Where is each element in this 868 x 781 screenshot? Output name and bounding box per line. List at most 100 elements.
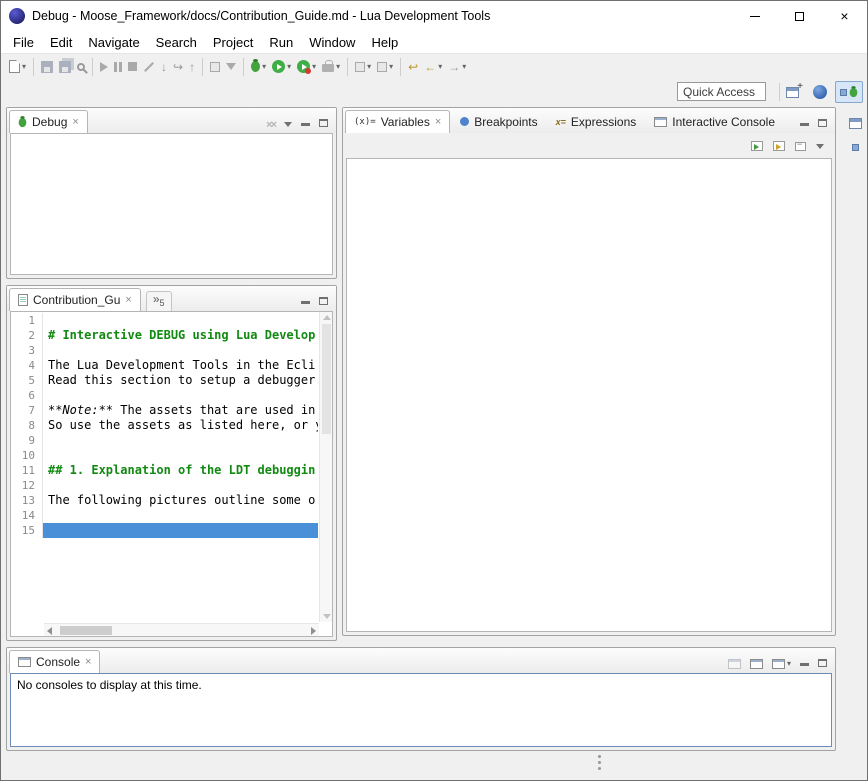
use-step-filters-button[interactable] [223,56,239,78]
previous-annotation-button[interactable]: ▾ [374,56,396,78]
dropdown-icon[interactable]: ▾ [787,659,791,668]
editor-line[interactable]: 5Read this section to setup a debugger [11,373,318,388]
editor-line[interactable]: 13The following pictures outline some o [11,493,318,508]
debug-view-content[interactable] [10,133,333,275]
line-text[interactable]: The Lua Development Tools in the Ecli [43,358,318,373]
line-text[interactable] [43,448,318,463]
minimize-view-icon[interactable] [800,123,809,126]
tab-contribution-guide[interactable]: Contribution_Gu × [9,288,141,311]
editor-line[interactable]: 15 [11,523,318,538]
perspective-debug-button[interactable] [835,81,863,103]
vertical-scroll-thumb[interactable] [322,324,331,434]
open-perspective-button[interactable] [782,81,803,103]
tab-close-icon[interactable]: × [85,656,91,668]
forward-button[interactable]: →▾ [445,56,469,78]
menu-project[interactable]: Project [205,33,261,52]
resume-button[interactable] [97,56,111,78]
line-text[interactable] [43,388,318,403]
horizontal-scroll-thumb[interactable] [60,626,112,635]
minimize-view-icon[interactable] [800,663,809,666]
editor-line[interactable]: 2# Interactive DEBUG using Lua Develop [11,328,318,343]
editor-line[interactable]: 11## 1. Explanation of the LDT debuggin [11,463,318,478]
editor-lines[interactable]: 1 2# Interactive DEBUG using Lua Develop… [11,313,318,538]
dropdown-icon[interactable]: ▾ [22,62,26,71]
editor-line[interactable]: 7**Note:** The assets that are used in [11,403,318,418]
clear-console-icon[interactable] [728,659,741,669]
line-text[interactable] [43,433,318,448]
menu-navigate[interactable]: Navigate [80,33,147,52]
console-content[interactable]: No consoles to display at this time. [10,673,832,747]
search-button[interactable] [74,56,88,78]
dropdown-icon[interactable]: ▾ [336,62,340,71]
editor-line[interactable]: 8So use the assets as listed here, or y [11,418,318,433]
scroll-left-icon[interactable] [47,627,52,635]
remove-terminated-icon[interactable]: ×× [266,119,275,131]
menu-edit[interactable]: Edit [42,33,80,52]
menu-file[interactable]: File [5,33,42,52]
coverage-button[interactable]: ▾ [294,56,319,78]
maximize-view-icon[interactable] [818,119,827,127]
maximize-view-icon[interactable] [319,119,328,127]
display-selected-console-icon[interactable] [750,659,763,669]
tab-close-icon[interactable]: × [435,116,441,128]
line-text[interactable]: Read this section to setup a debugger [43,373,318,388]
tab-close-icon[interactable]: × [72,116,78,128]
maximize-view-icon[interactable] [319,297,328,305]
dropdown-icon[interactable]: ▾ [389,62,393,71]
line-text[interactable]: ## 1. Explanation of the LDT debuggin [43,463,318,478]
save-button[interactable] [38,56,56,78]
tab-console[interactable]: Console × [9,650,100,673]
next-annotation-button[interactable]: ▾ [352,56,374,78]
editor-line[interactable]: 1 [11,313,318,328]
maximize-button[interactable] [777,1,822,31]
variables-content[interactable] [346,158,832,632]
tab-expressions[interactable]: x= Expressions [548,110,645,133]
editor-content[interactable]: 1 2# Interactive DEBUG using Lua Develop… [10,311,333,637]
restore-view-button-2[interactable] [845,137,865,157]
dropdown-icon[interactable]: ▾ [438,62,442,71]
dropdown-icon[interactable]: ▾ [462,62,466,71]
collapse-all-icon[interactable] [795,142,806,151]
tab-close-icon[interactable]: × [125,294,131,306]
save-all-button[interactable] [56,56,74,78]
drop-to-frame-button[interactable] [207,56,223,78]
step-over-button[interactable]: ↪ [170,56,186,78]
minimize-button[interactable] [732,1,777,31]
restore-view-button[interactable] [845,113,865,133]
line-text[interactable]: # Interactive DEBUG using Lua Develop [43,328,318,343]
editor-line[interactable]: 9 [11,433,318,448]
editor-line[interactable]: 4The Lua Development Tools in the Ecli [11,358,318,373]
external-tools-button[interactable]: ▾ [319,56,343,78]
step-return-button[interactable]: ↑ [186,56,198,78]
editor-vertical-scrollbar[interactable] [319,312,332,622]
step-into-button[interactable]: ↓ [158,56,170,78]
close-button[interactable]: × [822,1,867,31]
line-text[interactable]: The following pictures outline some o [43,493,318,508]
maximize-view-icon[interactable] [818,659,827,667]
last-edit-location-button[interactable]: ↩ [405,56,421,78]
dropdown-icon[interactable]: ▾ [312,62,316,71]
new-wizard-button[interactable]: ▾ [6,56,29,78]
scroll-right-icon[interactable] [311,627,316,635]
debug-button[interactable]: ▾ [248,56,269,78]
editor-line[interactable]: 14 [11,508,318,523]
editor-line[interactable]: 10 [11,448,318,463]
line-text[interactable] [43,478,318,493]
sash-grip[interactable] [598,755,601,770]
open-console-button[interactable]: ▾ [772,659,791,669]
line-text[interactable] [43,508,318,523]
show-type-names-icon[interactable] [751,141,763,151]
current-line-highlight[interactable] [43,523,318,538]
suspend-button[interactable] [111,56,125,78]
scroll-up-icon[interactable] [323,315,331,320]
disconnect-button[interactable] [140,56,158,78]
scroll-down-icon[interactable] [323,614,331,619]
editor-line[interactable]: 6 [11,388,318,403]
tab-interactive-console[interactable]: Interactive Console [646,110,783,133]
minimize-view-icon[interactable] [301,123,310,126]
editor-horizontal-scrollbar[interactable] [44,623,319,636]
line-text[interactable] [43,343,318,358]
terminate-button[interactable] [125,56,140,78]
view-menu-icon[interactable] [284,122,292,127]
dropdown-icon[interactable]: ▾ [262,62,266,71]
